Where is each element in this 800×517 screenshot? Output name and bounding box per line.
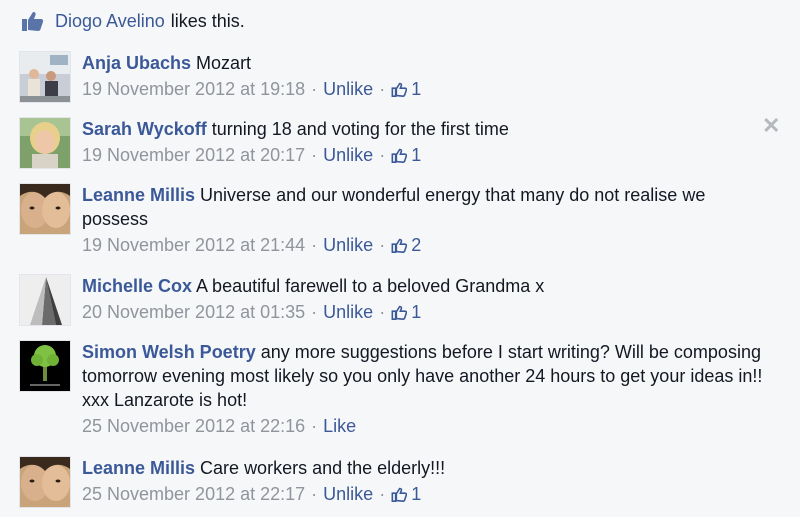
comment-message: turning 18 and voting for the first time xyxy=(211,119,509,139)
unlike-button[interactable]: Unlike xyxy=(323,302,373,322)
comment-meta: 25 November 2012 at 22:16 · Like xyxy=(82,416,357,436)
avatar[interactable] xyxy=(19,183,71,235)
comment-meta: 20 November 2012 at 01:35 · Unlike · 1 xyxy=(82,302,422,322)
author-link[interactable]: Leanne Millis xyxy=(82,185,195,205)
thumbs-up-icon xyxy=(391,487,408,502)
author-link[interactable]: Anja Ubachs xyxy=(82,53,191,73)
unlike-button[interactable]: Unlike xyxy=(323,145,373,165)
like-count-value: 1 xyxy=(411,302,422,322)
comment-meta: 19 November 2012 at 20:17 · Unlike · 1 xyxy=(82,145,422,165)
avatar[interactable] xyxy=(19,456,71,508)
timestamp-link[interactable]: 19 November 2012 at 21:44 xyxy=(82,235,305,255)
comment-meta: 19 November 2012 at 21:44 · Unlike · 2 xyxy=(82,235,422,255)
author-link[interactable]: Michelle Cox xyxy=(82,276,192,296)
unlike-button[interactable]: Unlike xyxy=(323,235,373,255)
like-count[interactable]: 2 xyxy=(391,235,421,255)
author-link[interactable]: Sarah Wyckoff xyxy=(82,119,207,139)
thumbs-up-icon xyxy=(391,305,408,320)
like-count-value: 1 xyxy=(411,145,422,165)
comment-meta: 25 November 2012 at 22:17 · Unlike · 1 xyxy=(82,484,422,504)
like-count[interactable]: 1 xyxy=(391,302,421,322)
thumbs-up-icon xyxy=(391,148,408,163)
like-button[interactable]: Like xyxy=(323,416,356,436)
avatar[interactable] xyxy=(19,51,71,103)
comment-text: Leanne Millis Care workers and the elder… xyxy=(82,456,772,480)
author-link[interactable]: Leanne Millis xyxy=(82,458,195,478)
comment-text: Anja Ubachs Mozart xyxy=(82,51,772,75)
avatar[interactable] xyxy=(19,274,71,326)
like-count-value: 1 xyxy=(411,484,422,504)
timestamp-link[interactable]: 20 November 2012 at 01:35 xyxy=(82,302,305,322)
liker-name-link[interactable]: Diogo Avelino xyxy=(55,9,165,33)
like-count[interactable]: 1 xyxy=(391,79,421,99)
like-count[interactable]: 1 xyxy=(391,145,421,165)
thumbs-up-icon xyxy=(391,238,408,253)
comment-message: A beautiful farewell to a beloved Grandm… xyxy=(196,276,545,296)
comment-text: Sarah Wyckoff turning 18 and voting for … xyxy=(82,117,772,141)
thumbs-up-icon xyxy=(391,82,408,97)
likes-suffix: likes this. xyxy=(170,11,245,31)
thumbs-up-icon xyxy=(20,10,44,32)
likes-summary: Diogo Avelino likes this. xyxy=(20,9,245,33)
unlike-button[interactable]: Unlike xyxy=(323,79,373,99)
like-count-value: 1 xyxy=(411,79,422,99)
comment-message: Mozart xyxy=(196,53,252,73)
timestamp-link[interactable]: 25 November 2012 at 22:16 xyxy=(82,416,305,436)
like-count-value: 2 xyxy=(411,235,422,255)
comment-text: Simon Welsh Poetry any more suggestions … xyxy=(82,340,772,412)
unlike-button[interactable]: Unlike xyxy=(323,484,373,504)
author-link[interactable]: Simon Welsh Poetry xyxy=(82,342,256,362)
comment-text: Michelle Cox A beautiful farewell to a b… xyxy=(82,274,772,298)
avatar[interactable] xyxy=(19,340,71,392)
timestamp-link[interactable]: 25 November 2012 at 22:17 xyxy=(82,484,305,504)
avatar[interactable] xyxy=(19,117,71,169)
like-count[interactable]: 1 xyxy=(391,484,421,504)
comment-meta: 19 November 2012 at 19:18 · Unlike · 1 xyxy=(82,79,422,99)
timestamp-link[interactable]: 19 November 2012 at 19:18 xyxy=(82,79,305,99)
close-icon[interactable]: ✕ xyxy=(762,115,780,137)
comment-text: Leanne Millis Universe and our wonderful… xyxy=(82,183,772,231)
timestamp-link[interactable]: 19 November 2012 at 20:17 xyxy=(82,145,305,165)
comment-message: Care workers and the elderly!!! xyxy=(200,458,446,478)
